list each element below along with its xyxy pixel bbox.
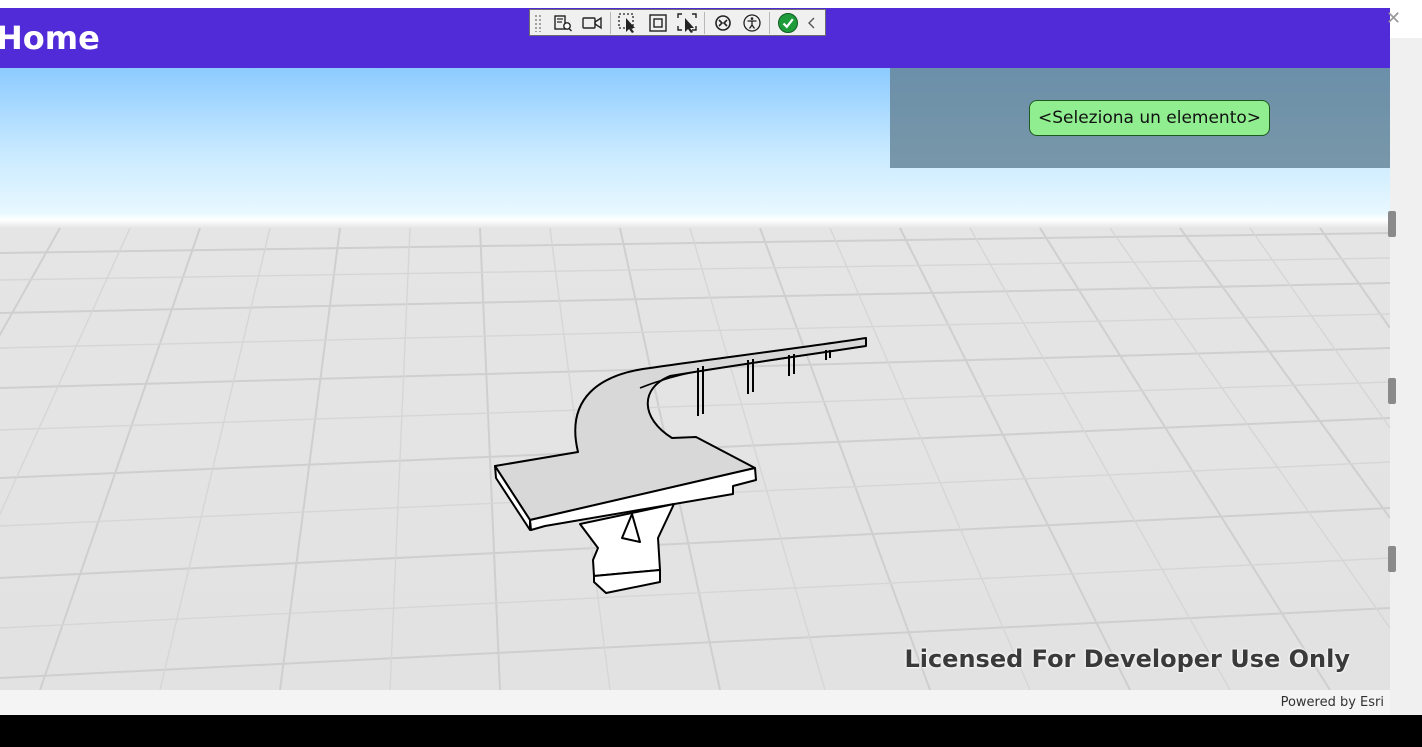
collapse-toolbar-button[interactable] (804, 11, 821, 35)
collapse-chevron-icon (808, 17, 815, 28)
feature-selection-panel: <Seleziona un elemento> (890, 68, 1390, 168)
close-icon[interactable]: ✕ (1386, 8, 1401, 29)
bridge-model (494, 337, 867, 594)
license-watermark: Licensed For Developer Use Only (904, 645, 1350, 673)
edge-handle-top[interactable] (1388, 211, 1396, 237)
scene-view[interactable]: <Seleziona un elemento> Licensed For Dev… (0, 68, 1390, 690)
edge-handle-middle[interactable] (1388, 378, 1396, 404)
live-visual-tree-icon (554, 14, 573, 31)
accessibility-button[interactable] (738, 11, 765, 35)
toolbar-grip-handle[interactable] (534, 13, 542, 32)
toolbar-separator (609, 11, 611, 34)
hot-reload-button[interactable] (709, 11, 736, 35)
esri-attribution[interactable]: Powered by Esri (1281, 695, 1384, 710)
display-layout-adorners-icon (648, 13, 667, 32)
edge-handle-bottom[interactable] (1388, 546, 1396, 572)
xaml-debug-toolbar (529, 9, 826, 36)
hot-reload-icon (714, 14, 731, 31)
toolbar-separator (769, 11, 771, 34)
taskbar (0, 715, 1422, 747)
camera-button[interactable] (579, 11, 606, 35)
select-element-icon (618, 12, 636, 33)
accessibility-icon (743, 13, 761, 32)
display-layout-adorners-button[interactable] (644, 11, 671, 35)
select-element-button[interactable] (615, 11, 642, 35)
live-visual-tree-button[interactable] (550, 11, 577, 35)
window-right-edge-panel (1390, 38, 1422, 715)
page-title: Home (0, 19, 100, 57)
track-focused-element-icon (677, 12, 697, 33)
track-focused-element-button[interactable] (673, 11, 700, 35)
camera-icon (582, 16, 603, 29)
window-right-edge (1390, 0, 1422, 715)
status-check-button[interactable] (774, 11, 801, 35)
window-top-strip (0, 0, 1390, 8)
checkmark-icon (777, 12, 798, 33)
feature-selector-button[interactable]: <Seleziona un elemento> (1029, 100, 1271, 136)
toolbar-separator (704, 11, 706, 34)
attribution-bar: Powered by Esri (0, 690, 1390, 715)
